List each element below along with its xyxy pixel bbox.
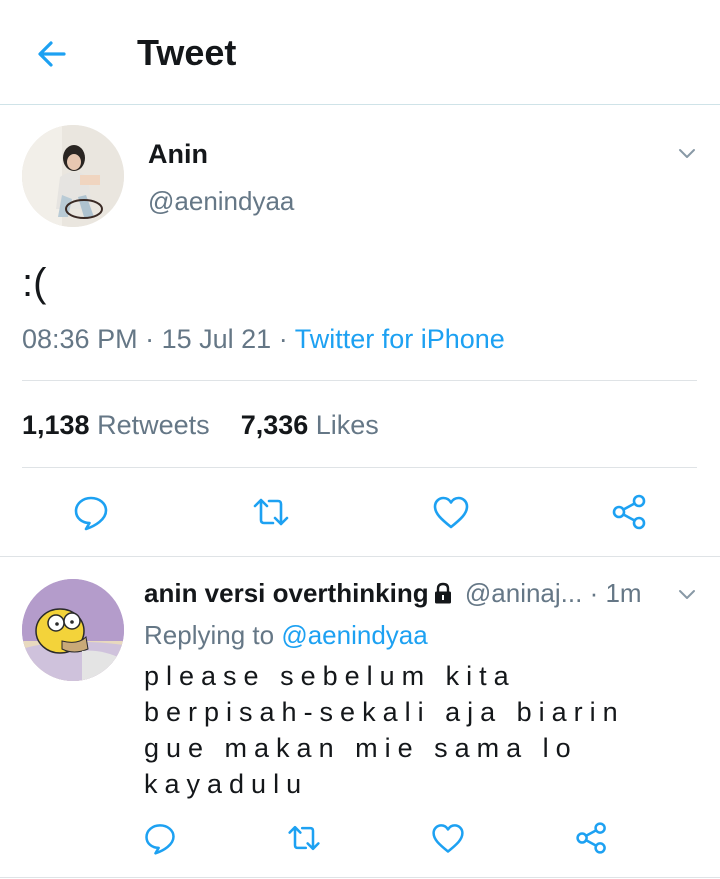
reply-text: please sebelum kita berpisah-sekali aja … (144, 658, 644, 802)
like-icon (433, 496, 469, 529)
reply-share-button[interactable] (574, 820, 610, 856)
page-title: Tweet (137, 32, 237, 73)
retweet-button[interactable] (251, 492, 291, 532)
header-divider (0, 104, 720, 105)
retweets-stat[interactable]: 1,138 Retweets (22, 410, 210, 440)
chevron-down-icon (679, 590, 695, 599)
retweet-icon (253, 498, 289, 526)
replying-to: Replying to @aenindyaa (144, 620, 428, 651)
reply-author-handle[interactable]: @aninaj... (465, 578, 582, 608)
reply-reply-button[interactable] (142, 820, 178, 856)
retweets-label: Retweets (97, 410, 210, 440)
back-button[interactable] (34, 36, 70, 72)
reply-like-button[interactable] (430, 820, 466, 856)
reply-retweet-button[interactable] (286, 820, 322, 856)
chevron-down-icon (679, 149, 695, 158)
bottom-divider (0, 877, 720, 878)
author-avatar[interactable] (22, 125, 124, 227)
arrow-left-icon (38, 41, 66, 67)
replying-to-mention[interactable]: @aenindyaa (281, 620, 427, 650)
tweet-time: 08:36 PM (22, 324, 138, 354)
likes-count: 7,336 (240, 410, 309, 440)
reply-text-line: gue makan mie sama lo (144, 733, 578, 763)
tweet-text: :( (22, 261, 47, 305)
reply-header: anin versi overthinking @aninaj... · 1m (144, 578, 642, 609)
reply-timestamp: · 1m (589, 578, 642, 608)
avatar-image (22, 125, 124, 227)
likes-label: Likes (315, 410, 379, 440)
tweet-stats: 1,138 Retweets 7,336 Likes (22, 410, 379, 441)
replying-to-label: Replying to (144, 620, 275, 650)
share-button[interactable] (610, 492, 650, 532)
tweet-source-link[interactable]: Twitter for iPhone (295, 324, 505, 354)
author-handle[interactable]: @aenindyaa (148, 186, 294, 217)
stats-bottom-divider (22, 467, 697, 468)
tweet-meta: 08:36 PM · 15 Jul 21 · Twitter for iPhon… (22, 324, 505, 355)
like-icon (432, 824, 464, 853)
share-icon (612, 494, 646, 530)
reply-button[interactable] (71, 492, 111, 532)
reply-icon (74, 496, 108, 531)
reply-author-avatar[interactable] (22, 579, 124, 681)
reply-divider (0, 556, 720, 557)
retweets-count: 1,138 (22, 410, 90, 440)
reply-text-line: kayadulu (144, 769, 309, 799)
lock-icon (434, 582, 451, 604)
tweet-date: 15 Jul 21 (161, 324, 272, 354)
reply-author-name[interactable]: anin versi overthinking (144, 578, 429, 608)
meta-separator: · (278, 324, 295, 354)
reply-text-line: berpisah-sekali aja biarin (144, 697, 625, 727)
meta-separator: · (145, 324, 162, 354)
like-button[interactable] (431, 492, 471, 532)
likes-stat[interactable]: 7,336 Likes (241, 410, 379, 440)
share-icon (576, 822, 606, 854)
avatar-image (22, 579, 124, 681)
reply-menu-button[interactable] (676, 583, 698, 605)
reply-text-line: please sebelum kita (144, 661, 516, 691)
tweet-menu-button[interactable] (676, 142, 698, 164)
retweet-icon (288, 825, 320, 851)
author-name[interactable]: Anin (148, 139, 208, 170)
stats-top-divider (22, 380, 697, 381)
reply-icon (145, 824, 175, 855)
